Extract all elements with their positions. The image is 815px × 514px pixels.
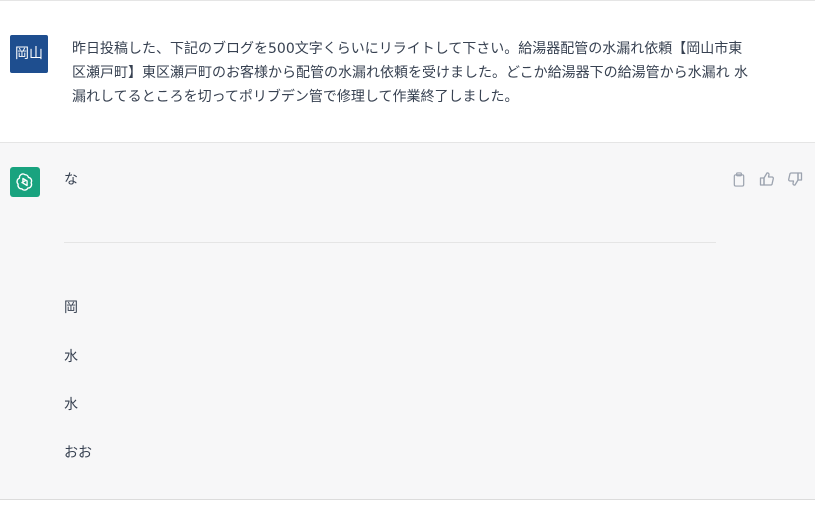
thumbs-up-button[interactable] <box>759 171 775 187</box>
openai-logo-icon <box>16 173 33 191</box>
thumbs-down-button[interactable] <box>787 171 803 187</box>
assistant-line: 水 <box>64 397 78 413</box>
divider <box>64 242 716 243</box>
assistant-line: 岡 <box>64 300 78 316</box>
clipboard-icon <box>733 171 745 187</box>
assistant-line: 水 <box>64 349 78 365</box>
assistant-line: おお <box>64 445 92 461</box>
assistant-first-line: な <box>64 172 78 188</box>
user-message-text: 昨日投稿した、下記のブログを500文字くらいにリライトして下さい。給湯器配管の水… <box>72 41 749 105</box>
message-actions <box>731 171 803 187</box>
user-avatar: 岡山 <box>10 35 48 73</box>
thumbs-up-icon <box>759 172 774 186</box>
thumbs-down-icon <box>788 172 803 186</box>
assistant-avatar <box>10 167 40 197</box>
copy-button[interactable] <box>731 171 747 187</box>
user-message-row: 岡山 昨日投稿した、下記のブログを500文字くらいにリライトして下さい。給湯器配… <box>0 0 815 143</box>
assistant-message-row: な 岡 水 水 おお <box>0 143 815 500</box>
